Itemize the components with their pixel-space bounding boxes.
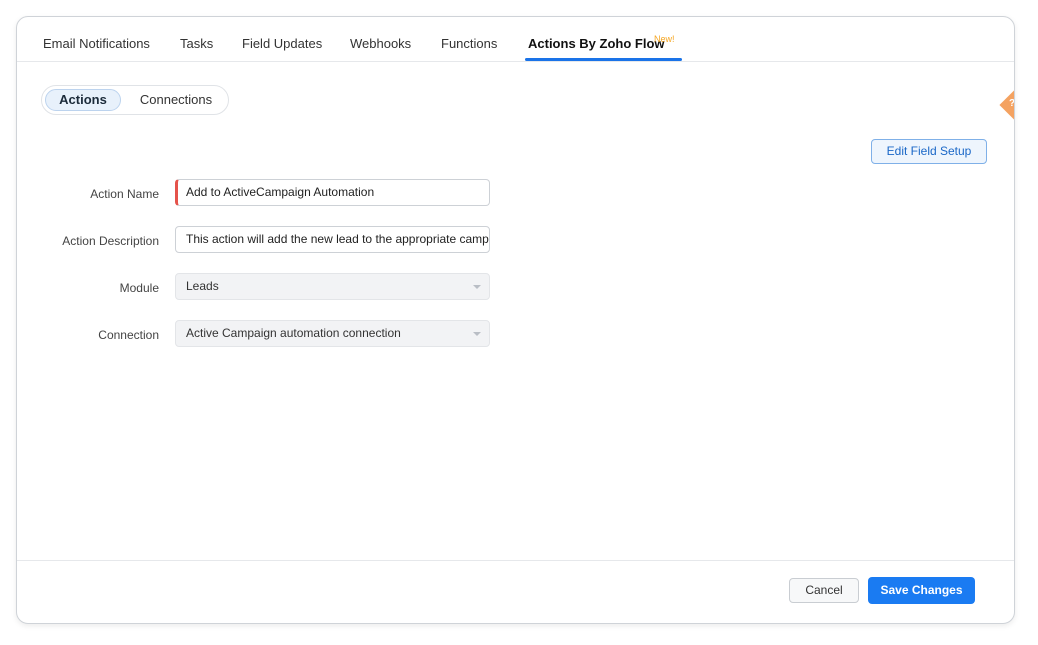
- tab-actions-by-zoho-flow[interactable]: Actions By Zoho Flow: [528, 36, 665, 51]
- chevron-down-icon: [473, 285, 481, 289]
- question-mark-icon: ?: [1009, 98, 1015, 109]
- action-description-input[interactable]: This action will add the new lead to the…: [175, 226, 490, 253]
- tab-field-updates[interactable]: Field Updates: [242, 36, 322, 51]
- actions-connections-toggle: Actions Connections: [41, 85, 229, 115]
- connection-value: Active Campaign automation connection: [186, 326, 401, 340]
- tab-email-notifications[interactable]: Email Notifications: [43, 36, 150, 51]
- workflow-action-panel: Email Notifications Tasks Field Updates …: [16, 16, 1015, 624]
- footer: Cancel Save Changes: [17, 560, 1014, 623]
- save-changes-button[interactable]: Save Changes: [868, 577, 975, 604]
- help-tab[interactable]: ?: [998, 89, 1015, 121]
- toggle-actions[interactable]: Actions: [45, 89, 121, 111]
- toggle-connections[interactable]: Connections: [126, 89, 226, 111]
- cancel-button[interactable]: Cancel: [789, 578, 859, 603]
- module-label: Module: [119, 281, 159, 295]
- module-value: Leads: [186, 279, 219, 293]
- chevron-down-icon: [473, 332, 481, 336]
- active-tab-indicator: [525, 58, 682, 61]
- tab-tasks[interactable]: Tasks: [180, 36, 213, 51]
- module-select[interactable]: Leads: [175, 273, 490, 300]
- new-badge: New!: [654, 34, 675, 44]
- connection-select[interactable]: Active Campaign automation connection: [175, 320, 490, 347]
- tab-functions[interactable]: Functions: [441, 36, 497, 51]
- action-name-input[interactable]: Add to ActiveCampaign Automation: [175, 179, 490, 206]
- edit-field-setup-button[interactable]: Edit Field Setup: [871, 139, 987, 164]
- tab-bar: Email Notifications Tasks Field Updates …: [17, 17, 1014, 62]
- action-name-label: Action Name: [90, 187, 159, 201]
- action-description-label: Action Description: [62, 234, 159, 248]
- tab-webhooks[interactable]: Webhooks: [350, 36, 411, 51]
- connection-label: Connection: [98, 328, 159, 342]
